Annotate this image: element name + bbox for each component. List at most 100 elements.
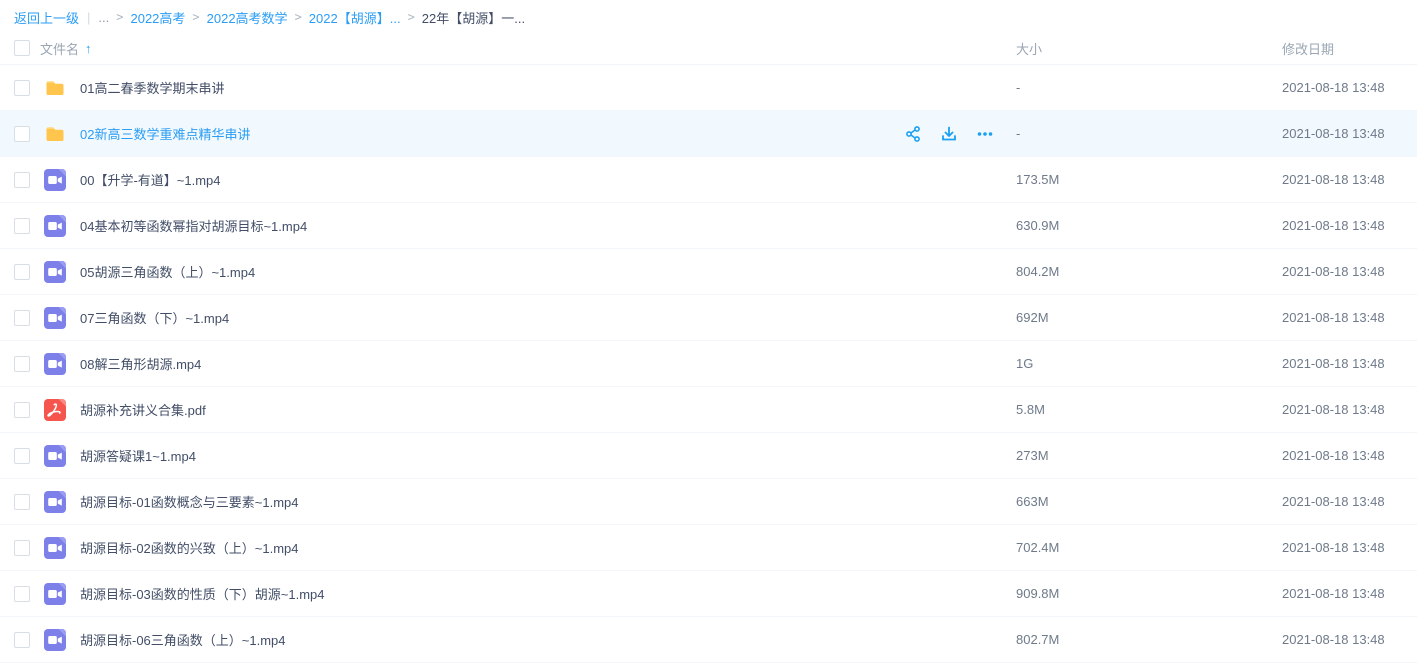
sort-by-name[interactable]: 文件名 ↑ <box>30 39 92 58</box>
breadcrumb-separator-icon: > <box>116 10 123 24</box>
row-checkbox[interactable] <box>14 126 30 142</box>
file-date: 2021-08-18 13:48 <box>1282 218 1404 233</box>
table-row[interactable]: 01高二春季数学期末串讲 - 2021-08-18 13:48 <box>0 65 1417 111</box>
file-name[interactable]: 胡源目标-02函数的兴致（上）~1.mp4 <box>80 538 299 557</box>
file-date: 2021-08-18 13:48 <box>1282 494 1404 509</box>
row-checkbox[interactable] <box>14 218 30 234</box>
file-size: 630.9M <box>1016 218 1282 233</box>
breadcrumb-separator-icon: > <box>192 10 199 24</box>
row-checkbox[interactable] <box>14 402 30 418</box>
video-icon <box>44 353 66 375</box>
file-name[interactable]: 胡源答疑课1~1.mp4 <box>80 446 196 465</box>
row-checkbox[interactable] <box>14 310 30 326</box>
breadcrumb-divider: | <box>87 10 90 25</box>
row-checkbox[interactable] <box>14 264 30 280</box>
back-link[interactable]: 返回上一级 <box>14 8 79 27</box>
video-icon <box>44 261 66 283</box>
column-header-date: 修改日期 <box>1282 39 1404 58</box>
select-all-checkbox[interactable] <box>14 40 30 56</box>
file-size: 692M <box>1016 310 1282 325</box>
file-name[interactable]: 08解三角形胡源.mp4 <box>80 354 201 373</box>
file-size: 173.5M <box>1016 172 1282 187</box>
video-icon <box>44 445 66 467</box>
file-name[interactable]: 胡源补充讲义合集.pdf <box>80 400 206 419</box>
table-row[interactable]: 胡源目标-01函数概念与三要素~1.mp4 663M 2021-08-18 13… <box>0 479 1417 525</box>
video-icon <box>44 583 66 605</box>
folder-icon <box>44 123 66 145</box>
download-icon[interactable] <box>940 125 958 143</box>
row-checkbox[interactable] <box>14 448 30 464</box>
row-checkbox[interactable] <box>14 586 30 602</box>
pdf-icon <box>44 399 66 421</box>
breadcrumb-item[interactable]: 2022【胡源】... <box>309 8 401 27</box>
file-date: 2021-08-18 13:48 <box>1282 80 1404 95</box>
file-date: 2021-08-18 13:48 <box>1282 264 1404 279</box>
file-date: 2021-08-18 13:48 <box>1282 310 1404 325</box>
file-name[interactable]: 01高二春季数学期末串讲 <box>80 78 224 97</box>
breadcrumb-current: 22年【胡源】一... <box>422 8 525 27</box>
table-row[interactable]: 胡源目标-02函数的兴致（上）~1.mp4 702.4M 2021-08-18 … <box>0 525 1417 571</box>
row-checkbox[interactable] <box>14 632 30 648</box>
row-checkbox[interactable] <box>14 540 30 556</box>
video-icon <box>44 537 66 559</box>
file-name[interactable]: 07三角函数（下）~1.mp4 <box>80 308 229 327</box>
file-date: 2021-08-18 13:48 <box>1282 586 1404 601</box>
table-header: 文件名 ↑ 大小 修改日期 <box>0 32 1417 65</box>
video-icon <box>44 307 66 329</box>
file-name[interactable]: 00【升学-有道】~1.mp4 <box>80 170 221 189</box>
table-row[interactable]: 05胡源三角函数（上）~1.mp4 804.2M 2021-08-18 13:4… <box>0 249 1417 295</box>
file-size: - <box>1016 80 1282 95</box>
table-row[interactable]: 胡源目标-03函数的性质（下）胡源~1.mp4 909.8M 2021-08-1… <box>0 571 1417 617</box>
table-row[interactable]: 胡源目标-06三角函数（上）~1.mp4 802.7M 2021-08-18 1… <box>0 617 1417 663</box>
file-size: 273M <box>1016 448 1282 463</box>
file-name[interactable]: 胡源目标-01函数概念与三要素~1.mp4 <box>80 492 299 511</box>
table-row[interactable]: 胡源补充讲义合集.pdf 5.8M 2021-08-18 13:48 <box>0 387 1417 433</box>
file-list: 01高二春季数学期末串讲 - 2021-08-18 13:48 02新高三数学重… <box>0 65 1417 663</box>
breadcrumb: 返回上一级 | ... >2022高考 >2022高考数学 >2022【胡源】... >… <box>0 0 1417 32</box>
folder-icon <box>44 77 66 99</box>
video-icon <box>44 491 66 513</box>
row-checkbox[interactable] <box>14 494 30 510</box>
file-size: 663M <box>1016 494 1282 509</box>
video-icon <box>44 169 66 191</box>
table-row[interactable]: 00【升学-有道】~1.mp4 173.5M 2021-08-18 13:48 <box>0 157 1417 203</box>
file-name[interactable]: 05胡源三角函数（上）~1.mp4 <box>80 262 255 281</box>
file-size: 5.8M <box>1016 402 1282 417</box>
row-actions <box>904 125 994 143</box>
breadcrumb-item[interactable]: 2022高考 <box>130 8 185 27</box>
more-icon[interactable] <box>976 125 994 143</box>
table-row[interactable]: 07三角函数（下）~1.mp4 692M 2021-08-18 13:48 <box>0 295 1417 341</box>
table-row[interactable]: 02新高三数学重难点精华串讲 - 2021-08-18 13:48 <box>0 111 1417 157</box>
table-row[interactable]: 胡源答疑课1~1.mp4 273M 2021-08-18 13:48 <box>0 433 1417 479</box>
breadcrumb-separator-icon: > <box>295 10 302 24</box>
table-row[interactable]: 04基本初等函数幂指对胡源目标~1.mp4 630.9M 2021-08-18 … <box>0 203 1417 249</box>
file-name[interactable]: 04基本初等函数幂指对胡源目标~1.mp4 <box>80 216 307 235</box>
file-date: 2021-08-18 13:48 <box>1282 356 1404 371</box>
row-checkbox[interactable] <box>14 356 30 372</box>
column-header-size: 大小 <box>1016 39 1282 58</box>
file-name[interactable]: 02新高三数学重难点精华串讲 <box>80 124 250 143</box>
file-date: 2021-08-18 13:48 <box>1282 172 1404 187</box>
file-date: 2021-08-18 13:48 <box>1282 402 1404 417</box>
file-size: - <box>1016 126 1282 141</box>
breadcrumb-item[interactable]: ... <box>98 10 109 25</box>
share-icon[interactable] <box>904 125 922 143</box>
video-icon <box>44 215 66 237</box>
table-row[interactable]: 08解三角形胡源.mp4 1G 2021-08-18 13:48 <box>0 341 1417 387</box>
column-header-name: 文件名 <box>40 39 79 58</box>
file-size: 1G <box>1016 356 1282 371</box>
breadcrumb-separator-icon: > <box>408 10 415 24</box>
file-date: 2021-08-18 13:48 <box>1282 126 1404 141</box>
row-checkbox[interactable] <box>14 172 30 188</box>
file-date: 2021-08-18 13:48 <box>1282 540 1404 555</box>
file-name[interactable]: 胡源目标-06三角函数（上）~1.mp4 <box>80 630 286 649</box>
file-date: 2021-08-18 13:48 <box>1282 448 1404 463</box>
sort-ascending-icon: ↑ <box>85 41 92 56</box>
file-date: 2021-08-18 13:48 <box>1282 632 1404 647</box>
file-size: 804.2M <box>1016 264 1282 279</box>
breadcrumb-items: ... >2022高考 >2022高考数学 >2022【胡源】... >22年【胡源】一… <box>98 8 525 27</box>
file-name[interactable]: 胡源目标-03函数的性质（下）胡源~1.mp4 <box>80 584 325 603</box>
breadcrumb-item[interactable]: 2022高考数学 <box>207 8 288 27</box>
file-size: 909.8M <box>1016 586 1282 601</box>
row-checkbox[interactable] <box>14 80 30 96</box>
